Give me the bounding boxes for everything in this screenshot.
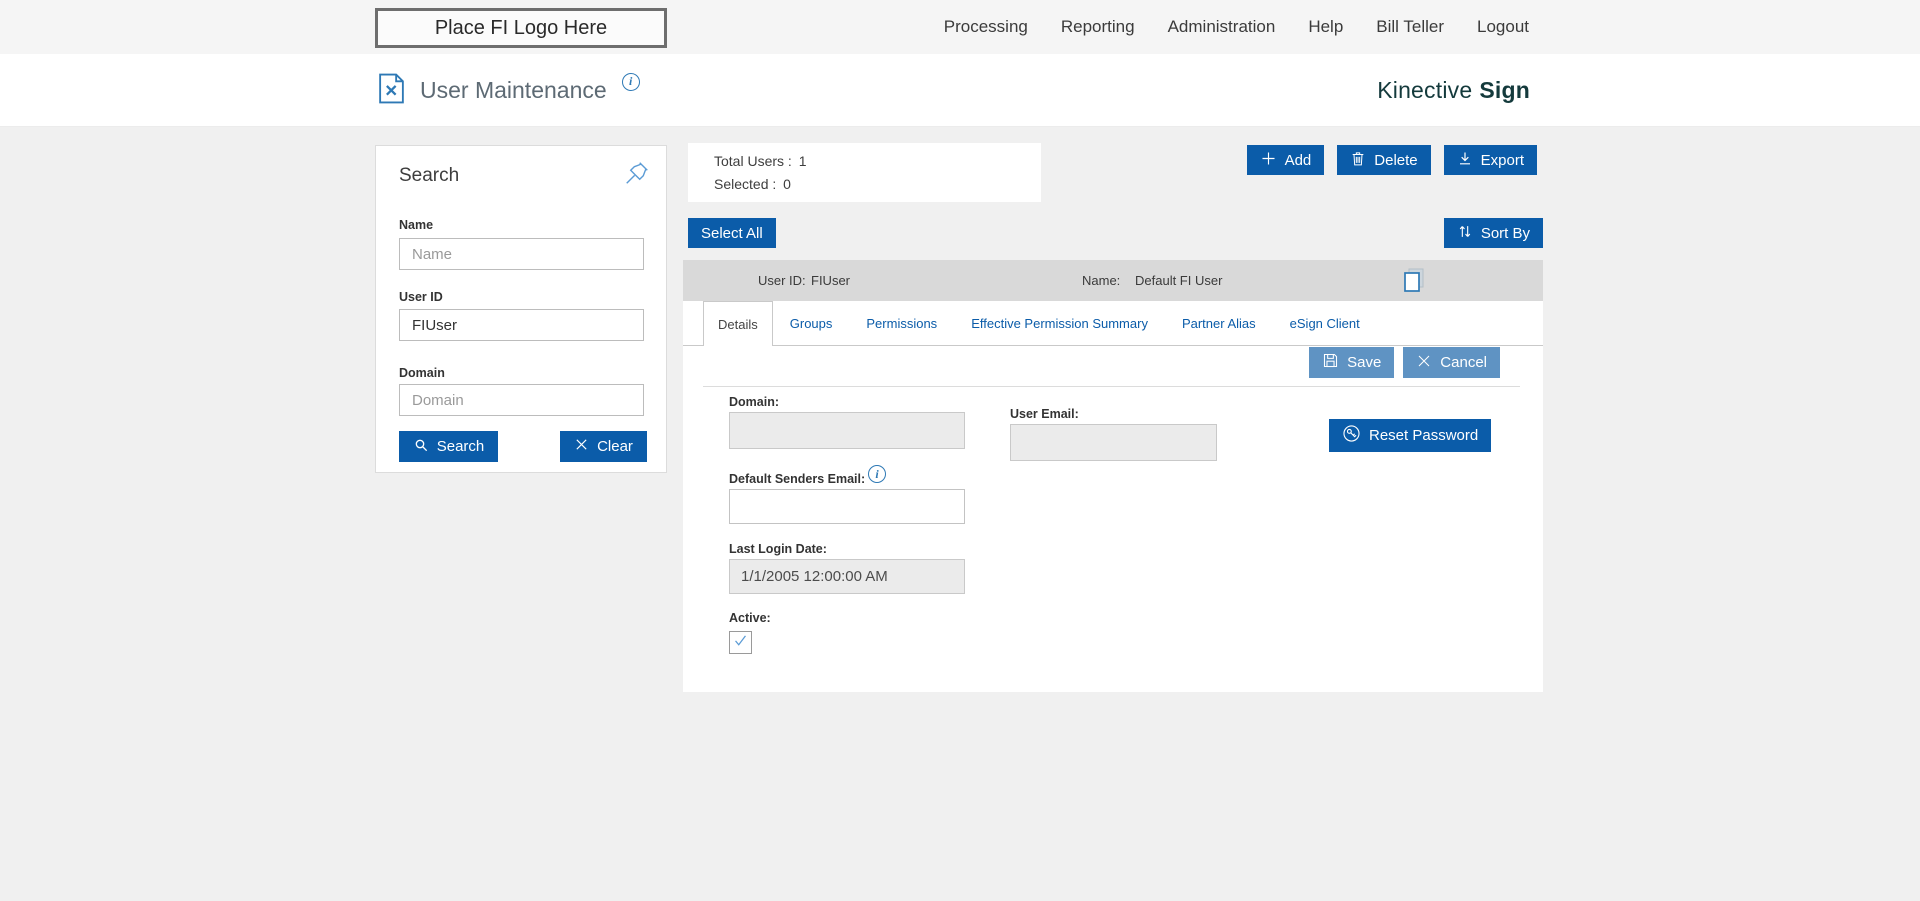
- top-bar: Place FI Logo Here Processing Reporting …: [0, 0, 1920, 54]
- page-title: User Maintenance: [420, 77, 607, 104]
- page-info-icon[interactable]: i: [622, 72, 640, 91]
- tab-effective-permission-summary[interactable]: Effective Permission Summary: [954, 301, 1165, 345]
- download-icon: [1457, 150, 1473, 171]
- form-divider: [703, 386, 1520, 387]
- user-email-input: [1010, 424, 1217, 461]
- reset-password-button[interactable]: Reset Password: [1329, 419, 1491, 452]
- domain-field-input: [729, 412, 965, 449]
- nav-processing[interactable]: Processing: [944, 17, 1028, 37]
- last-login-date-input: [729, 559, 965, 594]
- cancel-x-icon: [1416, 353, 1432, 373]
- default-senders-email-input[interactable]: [729, 489, 965, 524]
- select-all-button[interactable]: Select All: [688, 218, 776, 248]
- fi-logo-text: Place FI Logo Here: [435, 17, 607, 40]
- search-icon: [413, 437, 429, 457]
- nav-administration[interactable]: Administration: [1168, 17, 1276, 37]
- tab-groups[interactable]: Groups: [773, 301, 850, 345]
- user-id-field-label: User ID:: [758, 273, 806, 288]
- user-counts-card: Total Users : 1 Selected : 0: [688, 143, 1041, 202]
- last-login-date-label: Last Login Date:: [729, 542, 827, 556]
- selected-count: Selected : 0: [714, 176, 791, 192]
- search-button[interactable]: Search: [399, 431, 498, 462]
- copy-user-icon[interactable]: [1399, 266, 1429, 296]
- user-detail-panel: User ID: FIUser Name: Default FI User De…: [683, 260, 1543, 692]
- export-button[interactable]: Export: [1444, 145, 1537, 175]
- user-row[interactable]: User ID: FIUser Name: Default FI User: [683, 260, 1543, 301]
- domain-input[interactable]: [399, 384, 644, 416]
- brand-product: Sign: [1479, 77, 1530, 104]
- save-button[interactable]: Save: [1309, 347, 1394, 378]
- save-cancel-toolbar: Save Cancel: [1309, 347, 1500, 378]
- checkmark-icon: [732, 632, 749, 654]
- pin-icon[interactable]: [622, 158, 652, 188]
- sort-arrows-icon: [1457, 223, 1473, 244]
- nav-reporting[interactable]: Reporting: [1061, 17, 1135, 37]
- clear-button[interactable]: Clear: [560, 431, 647, 462]
- name-value: Default FI User: [1135, 273, 1222, 288]
- default-senders-email-info-icon[interactable]: i: [868, 465, 886, 483]
- active-checkbox[interactable]: [729, 631, 752, 654]
- save-floppy-icon: [1322, 352, 1339, 373]
- user-id-label: User ID: [399, 290, 443, 304]
- fi-logo-placeholder[interactable]: Place FI Logo Here: [375, 8, 667, 48]
- domain-field-label: Domain:: [729, 395, 779, 409]
- brand-logo: Kinective Sign: [1377, 54, 1530, 127]
- default-senders-email-label: Default Senders Email:: [729, 472, 865, 486]
- nav-help[interactable]: Help: [1308, 17, 1343, 37]
- user-id-input[interactable]: [399, 309, 644, 341]
- tab-esign-client[interactable]: eSign Client: [1273, 301, 1377, 345]
- key-icon: [1342, 424, 1361, 447]
- detail-tabs: Details Groups Permissions Effective Per…: [683, 301, 1543, 346]
- cancel-button[interactable]: Cancel: [1403, 347, 1500, 378]
- tab-permissions[interactable]: Permissions: [849, 301, 954, 345]
- crud-toolbar: Add Delete Export: [1247, 145, 1537, 175]
- search-panel-title: Search: [399, 165, 459, 187]
- nav-logout[interactable]: Logout: [1477, 17, 1529, 37]
- add-button[interactable]: Add: [1247, 145, 1325, 175]
- search-panel: Search Name User ID Domain Search Clear: [375, 145, 667, 473]
- tab-partner-alias[interactable]: Partner Alias: [1165, 301, 1273, 345]
- user-id-value: FIUser: [811, 273, 850, 288]
- trash-icon: [1350, 150, 1366, 171]
- delete-button[interactable]: Delete: [1337, 145, 1430, 175]
- top-navigation: Processing Reporting Administration Help…: [944, 0, 1529, 54]
- tab-details[interactable]: Details: [703, 301, 773, 346]
- nav-user-bill-teller[interactable]: Bill Teller: [1376, 17, 1444, 37]
- domain-label: Domain: [399, 366, 445, 380]
- brand-name: Kinective: [1377, 77, 1472, 104]
- sort-by-button[interactable]: Sort By: [1444, 218, 1543, 248]
- user-email-label: User Email:: [1010, 407, 1079, 421]
- total-users-count: Total Users : 1: [714, 153, 807, 169]
- clear-x-icon: [574, 437, 589, 456]
- name-label: Name: [399, 218, 433, 232]
- name-field-label: Name:: [1082, 273, 1120, 288]
- page-header: User Maintenance i Kinective Sign: [0, 54, 1920, 127]
- name-input[interactable]: [399, 238, 644, 270]
- active-label: Active:: [729, 611, 771, 625]
- user-maintenance-page-icon: [378, 73, 405, 109]
- plus-icon: [1260, 150, 1277, 171]
